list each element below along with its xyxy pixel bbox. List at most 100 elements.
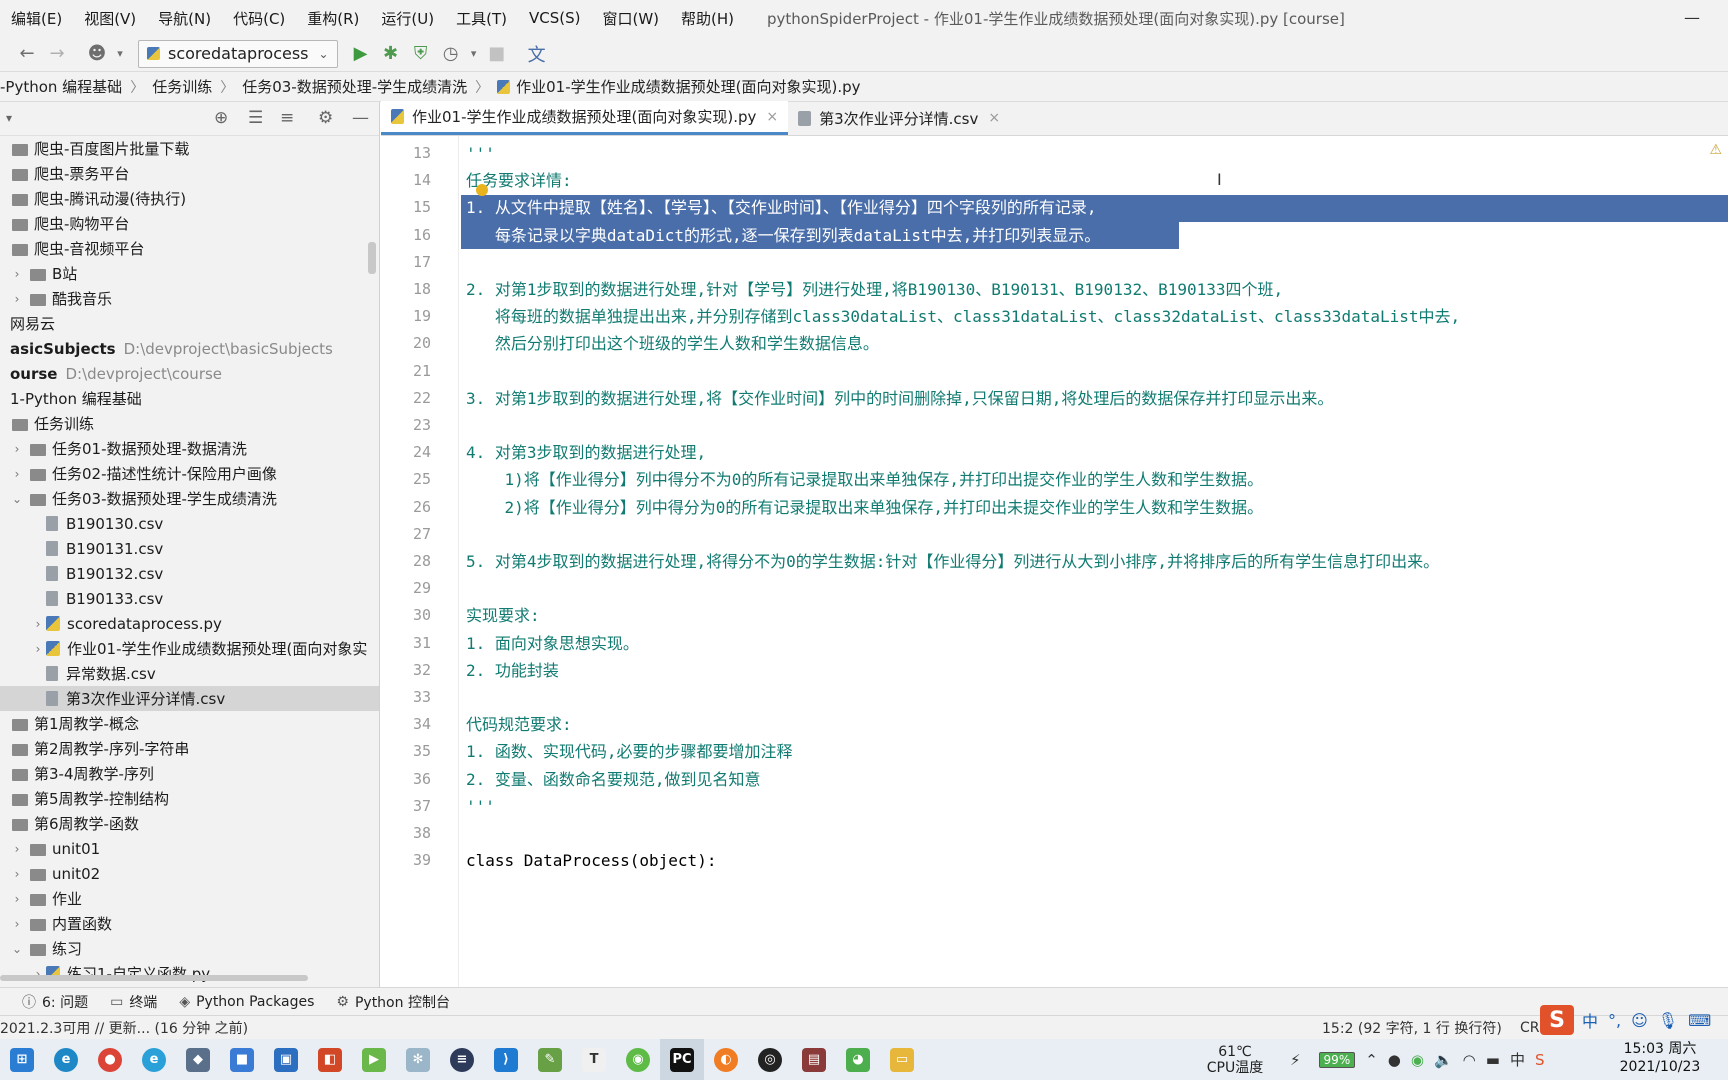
tool-window-button[interactable]: ⚙ Python 控制台 (336, 992, 450, 1012)
tree-item[interactable]: 第1周教学-概念 (0, 711, 379, 736)
code-line[interactable]: 29 (381, 575, 1728, 602)
punctuation-icon[interactable]: °, (1608, 1011, 1621, 1030)
run-config-select[interactable]: scoredataprocess ⌄ (138, 39, 338, 68)
breadcrumb-item[interactable]: -Python 编程基础 (0, 76, 122, 97)
taskbar-chat2[interactable]: ◕ (836, 1039, 880, 1080)
code-line[interactable]: 22 3. 对第1步取到的数据进行处理,将【交作业时间】列中的时间删除掉,只保留日… (381, 385, 1728, 412)
clock[interactable]: 15:03 周六 2021/10/23 (1610, 1040, 1710, 1076)
code-line[interactable]: 25 1)将【作业得分】列中得分不为0的所有记录提取出来单独保存,并打印出提交作… (381, 466, 1728, 493)
tree-item[interactable]: › scoredataprocess.py (0, 611, 379, 636)
taskbar-box[interactable]: ◆ (176, 1039, 220, 1080)
tree-item[interactable]: 1-Python 编程基础 (0, 386, 379, 411)
menu-item[interactable]: 窗口(W) (591, 8, 670, 29)
tree-item[interactable]: › unit01 (0, 836, 379, 861)
close-icon[interactable]: × (766, 109, 778, 125)
code-line[interactable]: 33 (381, 684, 1728, 711)
plug-icon[interactable]: ⚡ (1290, 1051, 1301, 1069)
code-editor[interactable]: 13 ''' 14 任务要求详情: 15 1. 从文件中提取【姓名】、【学号】、【交作业时… (381, 136, 1728, 987)
taskbar-remote[interactable]: ▣ (264, 1039, 308, 1080)
taskbar-chrome[interactable]: ● (88, 1039, 132, 1080)
tree-item[interactable]: 任务训练 (0, 411, 379, 436)
translate-icon[interactable]: 文 (522, 40, 552, 68)
tool-window-button[interactable]: ▭ 终端 (110, 992, 157, 1012)
taskbar-tool[interactable]: ✻ (396, 1039, 440, 1080)
tree-item[interactable]: › 酷我音乐 (0, 286, 379, 311)
tree-item[interactable]: 第2周教学-序列-字符串 (0, 736, 379, 761)
back-icon[interactable]: ← (12, 40, 42, 68)
tree-item[interactable]: › B站 (0, 261, 379, 286)
gear-icon[interactable]: ⚙ (318, 108, 333, 128)
taskbar-office[interactable]: ◧ (308, 1039, 352, 1080)
ime-lang[interactable]: 中 (1582, 1008, 1598, 1032)
locate-icon[interactable]: ⊕ (214, 108, 228, 128)
menu-item[interactable]: 帮助(H) (670, 8, 745, 29)
taskbar-vscode[interactable]: ⟩ (484, 1039, 528, 1080)
menu-item[interactable]: 工具(T) (445, 8, 518, 29)
chevron-right-icon[interactable]: › (30, 617, 46, 631)
chevron-down-icon[interactable]: ▾ (466, 40, 482, 68)
code-line[interactable]: 21 (381, 358, 1728, 385)
minimize-icon[interactable]: — (352, 108, 369, 128)
code-line[interactable]: 37 ''' (381, 793, 1728, 820)
tree-item[interactable]: › 内置函数 (0, 911, 379, 936)
sogou-ime-icon[interactable]: S (1540, 1005, 1574, 1035)
code-line[interactable]: 35 1. 函数、实现代码,必要的步骤都要增加注释 (381, 738, 1728, 765)
sogou-icon[interactable]: S (1535, 1051, 1545, 1069)
code-line[interactable]: 31 1. 面向对象思想实现。 (381, 630, 1728, 657)
minimize-icon[interactable]: — (1684, 8, 1700, 27)
code-line[interactable]: 39 class DataProcess(object): (381, 847, 1728, 874)
taskbar-ie[interactable]: e (132, 1039, 176, 1080)
user-icon[interactable]: ☻ (82, 40, 112, 68)
tree-item[interactable]: 爬虫-百度图片批量下载 (0, 136, 379, 161)
menu-item[interactable]: 编辑(E) (0, 8, 73, 29)
code-line[interactable]: 15 1. 从文件中提取【姓名】、【学号】、【交作业时间】、【作业得分】四个字段列… (381, 194, 1728, 221)
tree-item[interactable]: B190132.csv (0, 561, 379, 586)
expand-all-icon[interactable]: ☰ (248, 108, 263, 128)
tree-item[interactable]: 爬虫-票务平台 (0, 161, 379, 186)
tree-item[interactable]: ⌄ 练习 (0, 936, 379, 961)
code-line[interactable]: 23 (381, 412, 1728, 439)
chevron-down-icon[interactable]: ⌄ (6, 942, 28, 956)
chevron-right-icon[interactable]: › (6, 292, 28, 306)
menu-item[interactable]: VCS(S) (518, 9, 591, 27)
tree-item[interactable]: B190133.csv (0, 586, 379, 611)
tree-item[interactable]: 第6周教学-函数 (0, 811, 379, 836)
menu-item[interactable]: 重构(R) (296, 8, 370, 29)
taskbar-pycharm[interactable]: PC (660, 1039, 704, 1080)
tree-item[interactable]: 爬虫-腾讯动漫(待执行) (0, 186, 379, 211)
taskbar-player[interactable]: ▶ (352, 1039, 396, 1080)
breadcrumb-item[interactable]: 任务03-数据预处理-学生成绩清洗 (242, 76, 467, 97)
chevron-down-icon[interactable]: ▾ (6, 111, 12, 125)
mic-icon[interactable]: ● (1388, 1051, 1401, 1069)
tree-item[interactable]: 爬虫-音视频平台 (0, 236, 379, 261)
tool-window-button[interactable]: ◈ Python Packages (179, 994, 314, 1010)
chevron-up-icon[interactable]: ⌃ (1365, 1051, 1378, 1069)
chevron-down-icon[interactable]: ▾ (112, 40, 128, 68)
display-icon[interactable]: ▬ (1486, 1051, 1500, 1069)
taskbar-media[interactable]: ≡ (440, 1039, 484, 1080)
taskbar-edge[interactable]: e (44, 1039, 88, 1080)
collapse-all-icon[interactable]: ≡ (280, 108, 294, 128)
caret-position[interactable]: 15:2 (92 字符, 1 行 换行符) (1322, 1018, 1502, 1038)
chevron-right-icon[interactable]: › (6, 467, 28, 481)
ime-icon[interactable]: 中 (1510, 1049, 1525, 1070)
tree-item[interactable]: › 作业01-学生作业成绩数据预处理(面向对象实 (0, 636, 379, 661)
taskbar-notes[interactable]: ✎ (528, 1039, 572, 1080)
code-line[interactable]: 20 然后分别打印出这个班级的学生人数和学生数据信息。 (381, 330, 1728, 357)
tree-item[interactable]: 网易云 (0, 311, 379, 336)
chevron-right-icon[interactable]: › (6, 442, 28, 456)
chevron-right-icon[interactable]: › (6, 867, 28, 881)
app-tray-icon[interactable]: ◉ (1411, 1051, 1424, 1069)
tree-item[interactable]: 第5周教学-控制结构 (0, 786, 379, 811)
tree-item[interactable]: › 任务01-数据预处理-数据清洗 (0, 436, 379, 461)
tree-horizontal-scrollbar[interactable] (0, 975, 308, 981)
code-line[interactable]: 28 5. 对第4步取到的数据进行处理,将得分不为0的学生数据:针对【作业得分】列… (381, 548, 1728, 575)
code-line[interactable]: 17 (381, 249, 1728, 276)
menu-item[interactable]: 代码(C) (222, 8, 296, 29)
code-line[interactable]: 34 代码规范要求: (381, 711, 1728, 738)
tree-item[interactable]: › 任务02-描述性统计-保险用户画像 (0, 461, 379, 486)
code-line[interactable]: 36 2. 变量、函数命名要规范,做到见名知意 (381, 766, 1728, 793)
taskbar-explorer[interactable]: ▭ (880, 1039, 924, 1080)
wifi-icon[interactable]: ◠ (1463, 1051, 1476, 1069)
code-line[interactable]: 24 4. 对第3步取到的数据进行处理, (381, 439, 1728, 466)
